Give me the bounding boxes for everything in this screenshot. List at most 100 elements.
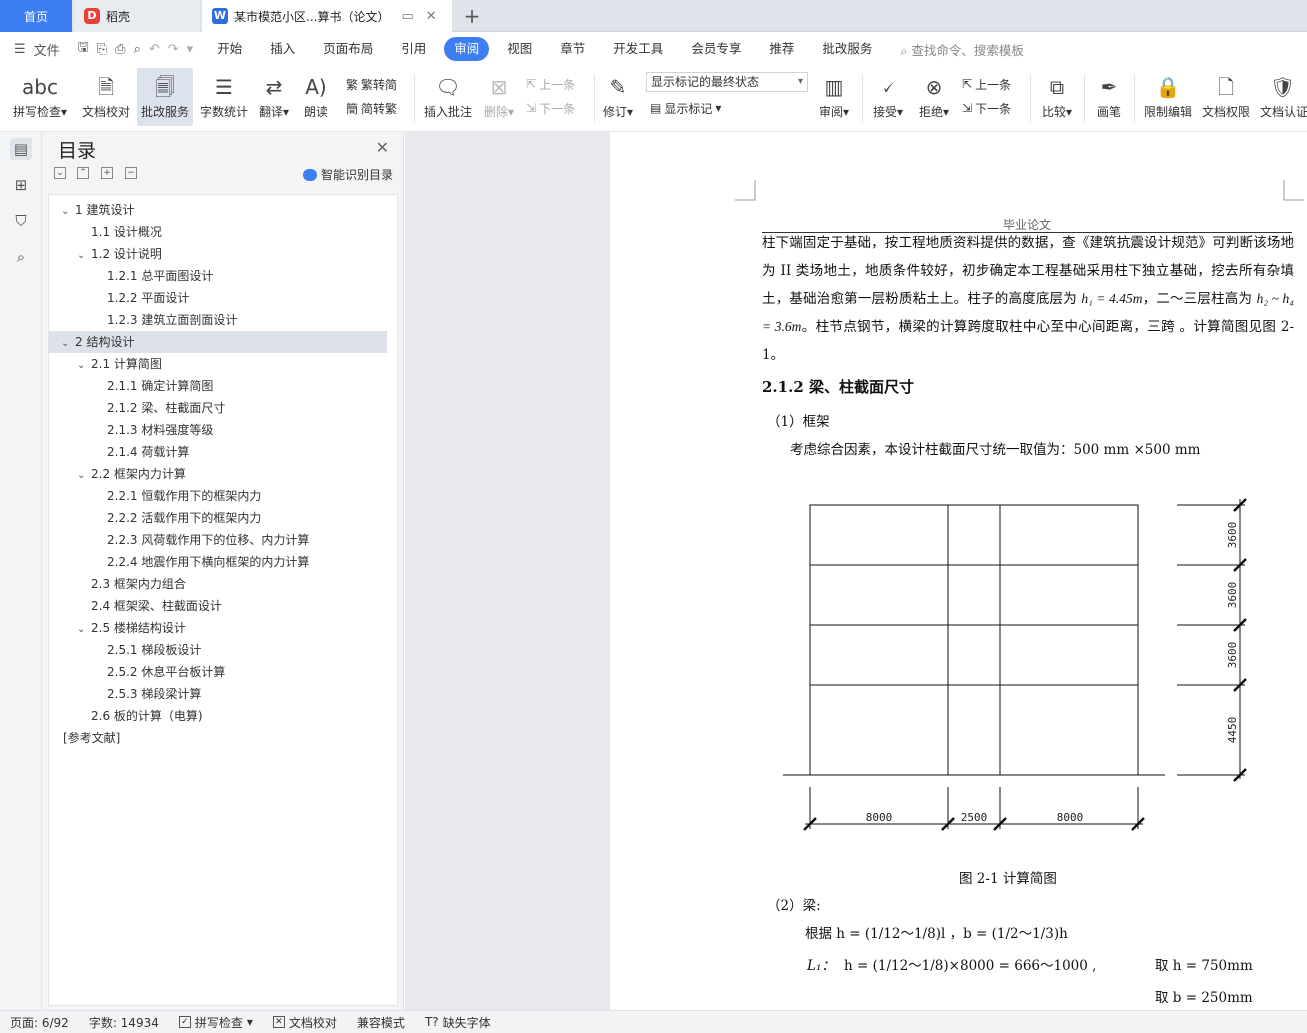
toc-item[interactable]: 2.2.3 风荷载作用下的位移、内力计算 bbox=[49, 529, 387, 551]
toc-item[interactable]: ⌄ 1.2 设计说明 bbox=[49, 243, 387, 265]
show-markup-button[interactable]: ▤ 显示标记 ▾ bbox=[650, 98, 721, 118]
menu-tab-4[interactable]: 审阅 bbox=[444, 37, 490, 61]
menu-tab-0[interactable]: 开始 bbox=[203, 37, 256, 61]
toc-item[interactable]: 2.4 框架梁、柱截面设计 bbox=[49, 595, 387, 617]
trad-to-simp-button[interactable]: 繁繁转简 bbox=[346, 74, 397, 94]
chevron-down-icon[interactable]: ⌄ bbox=[61, 201, 75, 223]
compare-button[interactable]: ⧉ 比较▾ bbox=[1036, 68, 1078, 126]
tab-home[interactable]: 首页 bbox=[0, 0, 72, 32]
toc-item[interactable]: ⌄ 1 建筑设计 bbox=[49, 199, 387, 221]
smart-toc-button[interactable]: 智能识别目录 bbox=[302, 166, 393, 183]
toc-item[interactable]: 2.5.3 梯段梁计算 bbox=[49, 683, 387, 705]
status-spell-check[interactable]: ✓ 拼写检查 ▾ bbox=[169, 1014, 263, 1031]
print-icon[interactable]: ⎙ bbox=[115, 42, 125, 57]
toc-item[interactable]: 1.2.1 总平面图设计 bbox=[49, 265, 387, 287]
accept-button[interactable]: 🗸 接受▾ bbox=[868, 68, 908, 126]
outline-icon[interactable]: ⊞ bbox=[10, 174, 32, 196]
toc-item[interactable]: ⌄ 2.2 框架内力计算 bbox=[49, 463, 387, 485]
tab-docer[interactable]: D 稻壳 bbox=[74, 0, 200, 32]
track-changes-button[interactable]: ✎ 修订▾ bbox=[598, 68, 638, 126]
menu-tab-9[interactable]: 推荐 bbox=[755, 37, 808, 61]
read-aloud-button[interactable]: A) 朗读 bbox=[298, 68, 334, 126]
more-icon[interactable]: ▾ bbox=[187, 42, 194, 57]
insert-comment-button[interactable]: 🗨 插入批注 bbox=[420, 68, 476, 126]
toc-item[interactable]: 2.1.4 荷载计算 bbox=[49, 441, 387, 463]
menu-tab-3[interactable]: 引用 bbox=[387, 37, 440, 61]
redo-icon[interactable]: ↷ bbox=[168, 42, 179, 57]
menu-tab-2[interactable]: 页面布局 bbox=[309, 37, 387, 61]
next-change-button[interactable]: ⇲ 下一条 bbox=[962, 98, 1011, 118]
grading-service-button[interactable]: 🗐 批改服务 bbox=[137, 68, 193, 126]
word-count-indicator[interactable]: 字数: 14934 bbox=[79, 1014, 169, 1031]
chevron-down-icon[interactable]: ⌄ bbox=[77, 619, 91, 641]
pen-button[interactable]: ✒ 画笔 bbox=[1090, 68, 1128, 126]
toc-item[interactable]: 2.5.2 休息平台板计算 bbox=[49, 661, 387, 683]
toc-item[interactable]: 2.1.1 确定计算简图 bbox=[49, 375, 387, 397]
chevron-down-icon[interactable]: ⌄ bbox=[61, 333, 75, 355]
status-proofread[interactable]: ✕ 文档校对 bbox=[263, 1014, 347, 1031]
new-tab-button[interactable]: + bbox=[458, 0, 486, 32]
tab-close-icon[interactable]: ✕ bbox=[426, 9, 437, 24]
toc-item[interactable]: ⌄ 2 结构设计 bbox=[49, 331, 387, 353]
missing-font-button[interactable]: T? 缺失字体 bbox=[415, 1014, 501, 1031]
bookmark-icon[interactable]: ⛉ bbox=[10, 210, 32, 232]
proofread-button[interactable]: 🗎 文档校对 bbox=[78, 68, 134, 126]
toc-item[interactable]: ⌄ 2.1 计算简图 bbox=[49, 353, 387, 375]
simp-to-trad-button[interactable]: 簡简转繁 bbox=[346, 98, 397, 118]
chevron-down-icon[interactable]: ⌄ bbox=[77, 355, 91, 377]
toc-item[interactable]: 1.1 设计概况 bbox=[49, 221, 387, 243]
save-icon[interactable]: 🖫 bbox=[78, 38, 89, 60]
toc-item[interactable]: 2.2.4 地震作用下横向框架的内力计算 bbox=[49, 551, 387, 573]
prev-change-button[interactable]: ⇱ 上一条 bbox=[962, 74, 1011, 94]
add-heading-icon[interactable]: + bbox=[101, 167, 113, 179]
close-icon[interactable]: ✕ bbox=[376, 138, 389, 157]
toc-item[interactable]: 2.2.1 恒载作用下的框架内力 bbox=[49, 485, 387, 507]
document-canvas[interactable]: 毕业论文 柱下端固定于基础，按工程地质资料提供的数据，查《建筑抗震设计规范》可判… bbox=[405, 132, 1307, 1010]
toc-item[interactable]: ⌄ 2.5 楼梯结构设计 bbox=[49, 617, 387, 639]
toc-item[interactable]: 2.5.1 梯段板设计 bbox=[49, 639, 387, 661]
toc-item[interactable]: 2.6 板的计算（电算) bbox=[49, 705, 387, 727]
file-menu[interactable]: ☰ 文件 bbox=[0, 40, 66, 59]
word-count-button[interactable]: ☰ 字数统计 bbox=[198, 68, 250, 126]
reject-button[interactable]: ⊗ 拒绝▾ bbox=[914, 68, 954, 126]
toc-item[interactable]: 1.2.3 建筑立面剖面设计 bbox=[49, 309, 387, 331]
chevron-down-icon[interactable]: ⌄ bbox=[77, 245, 91, 267]
command-search[interactable]: ⌕ 查找命令、搜索模板 bbox=[900, 40, 1024, 59]
tab-document[interactable]: W 某市模范小区...算书（论文） ▭ ✕ bbox=[202, 0, 452, 32]
document-page[interactable]: 毕业论文 柱下端固定于基础，按工程地质资料提供的数据，查《建筑抗震设计规范》可判… bbox=[610, 132, 1307, 1010]
menu-tab-8[interactable]: 会员专享 bbox=[677, 37, 755, 61]
markup-state-select[interactable]: 显示标记的最终状态 bbox=[646, 72, 808, 92]
toc-item[interactable]: 2.3 框架内力组合 bbox=[49, 573, 387, 595]
export-icon[interactable]: ⎘ bbox=[97, 42, 107, 57]
toc-item[interactable]: [参考文献] bbox=[49, 727, 387, 749]
toc-item[interactable]: 2.1.3 材料强度等级 bbox=[49, 419, 387, 441]
spell-check-button[interactable]: abc 拼写检查▾ bbox=[8, 68, 72, 126]
menu-tab-6[interactable]: 章节 bbox=[546, 37, 599, 61]
chevron-down-icon[interactable]: ⌄ bbox=[77, 465, 91, 487]
remove-heading-icon[interactable]: − bbox=[125, 167, 137, 179]
menu-tab-5[interactable]: 视图 bbox=[493, 37, 546, 61]
next-comment-button[interactable]: ⇲ 下一条 bbox=[526, 98, 575, 118]
translate-button[interactable]: ⇄ 翻译▾ bbox=[254, 68, 294, 126]
restrict-editing-button[interactable]: 🔒 限制编辑 bbox=[1140, 68, 1196, 126]
prev-comment-button[interactable]: ⇱ 上一条 bbox=[526, 74, 575, 94]
review-pane-button[interactable]: ▥ 审阅▾ bbox=[814, 68, 854, 126]
document-certify-button[interactable]: 🛡 文档认证 bbox=[1256, 68, 1307, 126]
checkbox-icon: ✓ bbox=[178, 1016, 191, 1028]
menu-tab-7[interactable]: 开发工具 bbox=[599, 37, 677, 61]
toc-item[interactable]: 1.2.2 平面设计 bbox=[49, 287, 387, 309]
tab-pin-icon[interactable]: ▭ bbox=[401, 9, 413, 24]
delete-comment-button[interactable]: ⊠ 删除▾ bbox=[480, 68, 518, 126]
toc-icon[interactable]: ▤ bbox=[10, 138, 32, 160]
expand-up-icon[interactable]: ⌃ bbox=[77, 167, 89, 179]
collapse-all-icon[interactable]: ⌄ bbox=[54, 167, 66, 179]
document-permission-button[interactable]: 🗋 文档权限 bbox=[1200, 68, 1252, 126]
menu-tab-10[interactable]: 批改服务 bbox=[808, 37, 886, 61]
toc-item[interactable]: 2.1.2 梁、柱截面尺寸 bbox=[49, 397, 387, 419]
toc-item[interactable]: 2.2.2 活载作用下的框架内力 bbox=[49, 507, 387, 529]
search-icon[interactable]: ⌕ bbox=[10, 246, 32, 268]
page-indicator[interactable]: 页面: 6/92 bbox=[0, 1014, 79, 1031]
preview-icon[interactable]: ⌕ bbox=[134, 42, 141, 57]
undo-icon[interactable]: ↶ bbox=[149, 42, 160, 57]
menu-tab-1[interactable]: 插入 bbox=[256, 37, 309, 61]
